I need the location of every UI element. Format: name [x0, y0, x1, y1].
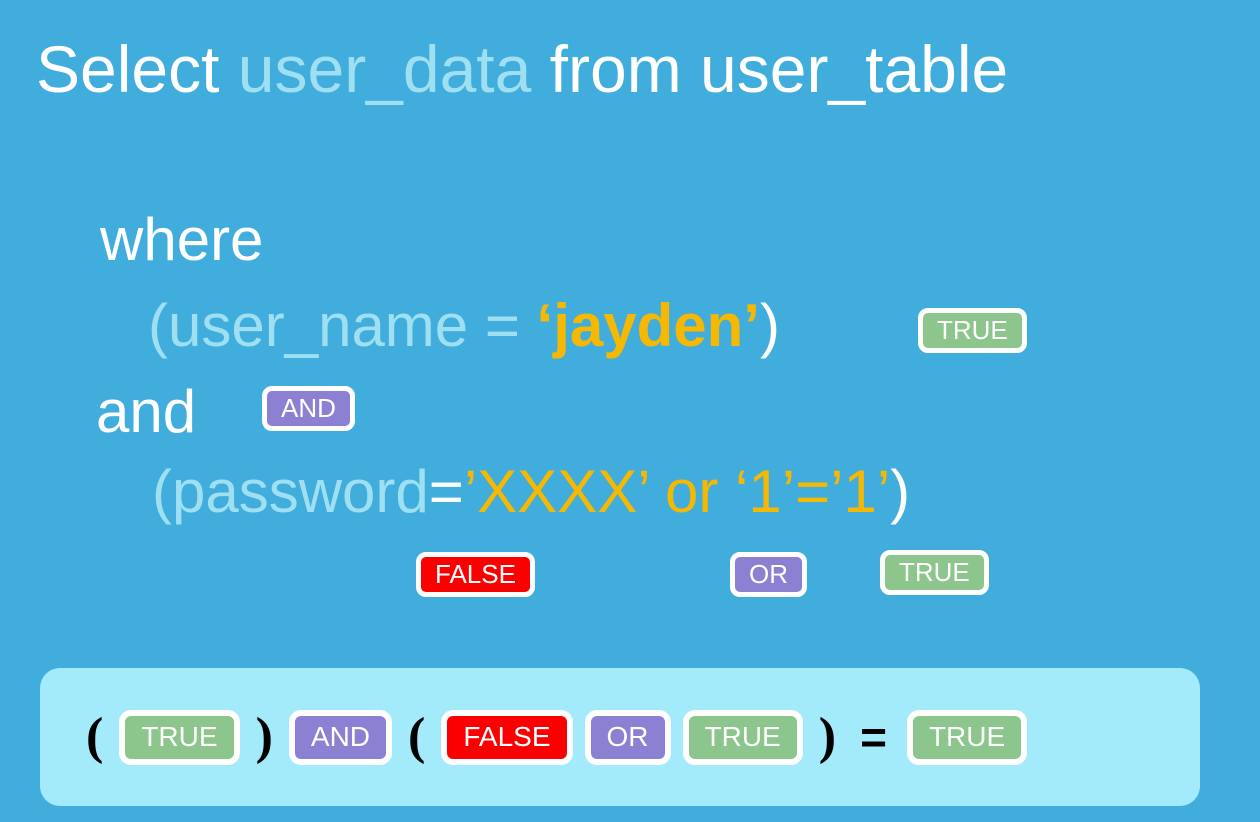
close-paren-cond1: )	[759, 292, 780, 359]
literal-xxxx: ’XXXX’	[463, 458, 649, 525]
keyword-and: and	[96, 378, 197, 445]
column-password: password	[171, 458, 429, 525]
close-paren-cond2: )	[890, 458, 911, 525]
badge-or-operator: OR	[730, 552, 807, 597]
open-paren-cond1: (	[148, 292, 168, 359]
keyword-select: Select	[36, 32, 238, 106]
condition-user-name-line: (user_name = ‘jayden’)	[148, 296, 780, 356]
summary-close-paren-1: )	[255, 708, 273, 765]
summary-equals-sign: =	[860, 711, 887, 763]
and-keyword-line: and	[96, 382, 196, 442]
equals-sign-cond2: =	[428, 458, 464, 525]
summary-open-paren-2: (	[408, 708, 426, 765]
condition-password-line: (password=’XXXX’ or ‘1’=’1’)	[152, 462, 910, 522]
summary-open-paren-1: (	[86, 708, 104, 765]
summary-panel: ( TRUE ) AND ( FALSE OR TRUE ) = TRUE	[40, 668, 1200, 806]
summary-badge-false: FALSE	[441, 709, 573, 765]
badge-and-operator: AND	[262, 386, 355, 431]
summary-badge-or: OR	[584, 709, 671, 765]
literal-tautology: ‘1’=’1’	[735, 458, 891, 525]
summary-expression: ( TRUE ) AND ( FALSE OR TRUE ) = TRUE	[76, 708, 1033, 765]
badge-tautology-true: TRUE	[880, 550, 989, 595]
column-user-name: user_name =	[167, 292, 537, 359]
open-paren-cond2: (	[152, 458, 172, 525]
identifier-user-table: user_table	[700, 32, 1009, 106]
summary-badge-true-1: TRUE	[119, 709, 240, 765]
where-keyword-line: where	[100, 210, 263, 270]
keyword-from: from	[531, 32, 701, 106]
keyword-where: where	[100, 206, 264, 273]
keyword-or-inline: or	[648, 458, 736, 525]
literal-jayden: ‘jayden’	[536, 292, 760, 359]
badge-condition1-true: TRUE	[918, 308, 1027, 353]
summary-badge-result: TRUE	[906, 709, 1028, 765]
summary-close-paren-2: )	[818, 708, 837, 765]
identifier-user-data: user_data	[237, 32, 532, 106]
summary-badge-and: AND	[288, 709, 393, 765]
query-title-line: Select user_data from user_table	[36, 36, 1008, 102]
badge-password-false: FALSE	[416, 552, 535, 597]
sql-injection-slide: Select user_data from user_table where (…	[0, 0, 1260, 822]
summary-badge-true-2: TRUE	[682, 709, 803, 765]
